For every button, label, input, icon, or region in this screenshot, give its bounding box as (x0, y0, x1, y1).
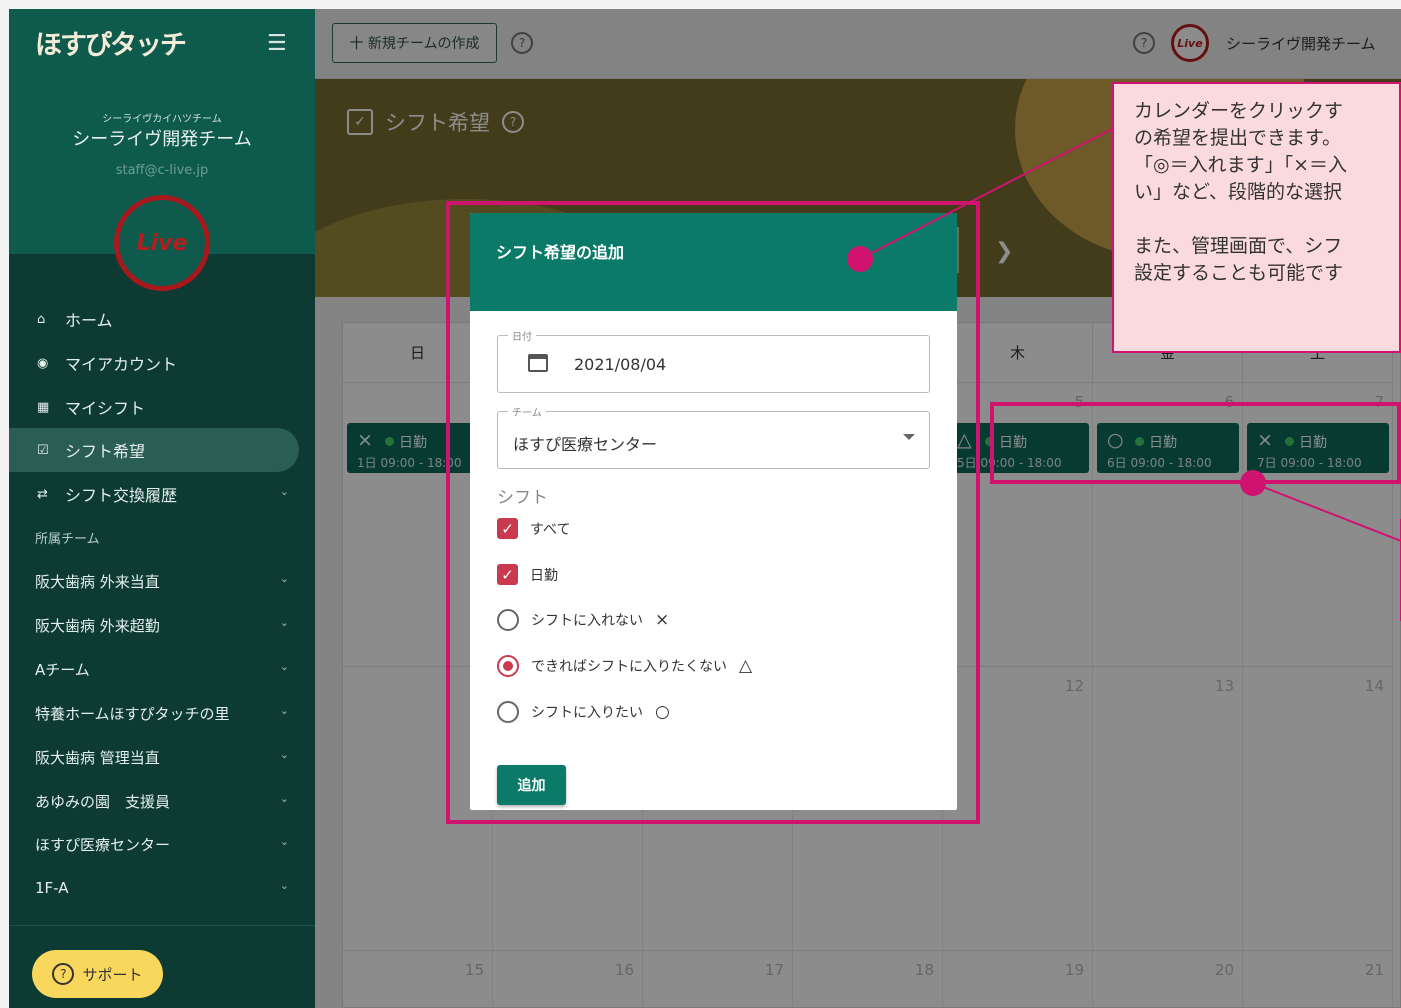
nav-item-shift-exchange[interactable]: ⇄ シフト交換履歴 ⌄ (9, 472, 299, 516)
chevron-down-icon: ⌄ (279, 879, 289, 892)
team-label: 阪大歯病 管理当直 (35, 748, 160, 767)
radio-label: シフトに入りたい (531, 705, 643, 721)
support-label: サポート (82, 965, 143, 984)
radio-prefer-not[interactable]: できればシフトに入りたくない △ (497, 655, 752, 677)
sidebar: ほすぴタッチ ☰ シーライヴカイハツチーム シーライヴ開発チーム staff@c… (9, 9, 315, 1008)
checkbox-label: 日勤 (530, 567, 558, 584)
dialog-header: シフト希望の追加 (470, 213, 957, 311)
checkbox-label: すべて (530, 521, 571, 538)
add-button[interactable]: 追加 (497, 765, 566, 805)
radio-icon[interactable] (497, 609, 519, 631)
chevron-down-icon: ⌄ (279, 660, 289, 673)
radio-selected-icon[interactable] (497, 655, 519, 677)
team-item[interactable]: 阪大歯病 外来超勤 ⌄ (9, 603, 299, 647)
calendar-icon[interactable] (528, 354, 548, 372)
shift-request-dialog: シフト希望の追加 日付 2021/08/04 チーム ほすぴ医療センター シフト… (470, 213, 957, 810)
chevron-down-icon: ⌄ (279, 792, 289, 805)
nav-label: ホーム (65, 311, 113, 330)
team-item[interactable]: Aチーム ⌄ (9, 647, 299, 691)
checkbox-checked-icon[interactable]: ✓ (497, 518, 518, 539)
teams-heading: 所属チーム (35, 532, 100, 547)
team-item[interactable]: 阪大歯病 管理当直 ⌄ (9, 735, 299, 779)
date-field-label: 日付 (508, 328, 536, 343)
app-frame: ほすぴタッチ ☰ シーライヴカイハツチーム シーライヴ開発チーム staff@c… (9, 9, 1401, 1008)
team-label: 特養ホームほすぴタッチの里 (35, 704, 230, 723)
date-field[interactable]: 日付 2021/08/04 (497, 328, 930, 393)
swap-icon: ⇄ (37, 486, 48, 502)
checkbox-checked-icon[interactable]: ✓ (497, 564, 518, 585)
team-label: ほすぴ医療センター (35, 835, 171, 854)
nav-label: シフト希望 (65, 442, 146, 461)
team-item[interactable]: 1F-A ⌄ (9, 866, 299, 910)
team-select[interactable]: チーム ほすぴ医療センター (497, 404, 930, 469)
shift-label: シフト (497, 488, 548, 508)
team-item[interactable]: ほすぴ医療センター ⌄ (9, 822, 299, 866)
checkbox-day-shift[interactable]: ✓ 日勤 (497, 564, 558, 585)
radio-label: シフトに入れない (531, 613, 643, 629)
nav-item-my-account[interactable]: ◉ マイアカウント (9, 341, 299, 385)
circle-icon: ○ (655, 702, 670, 722)
org-name: シーライヴ開発チーム (72, 129, 252, 150)
date-value: 2021/08/04 (574, 355, 667, 374)
nav-item-home[interactable]: ⌂ ホーム (9, 297, 299, 341)
chevron-down-icon: ⌄ (279, 748, 289, 761)
dialog-title: シフト希望の追加 (496, 243, 625, 262)
home-icon: ⌂ (37, 311, 46, 327)
team-label: 1F-A (35, 879, 69, 897)
chevron-down-icon: ⌄ (279, 704, 289, 717)
team-field-label: チーム (508, 404, 546, 419)
chevron-down-icon: ⌄ (279, 572, 289, 585)
caret-down-icon (903, 434, 915, 440)
chevron-down-icon: ⌄ (279, 835, 289, 848)
cross-icon: × (655, 610, 670, 630)
nav-item-my-shift[interactable]: ▦ マイシフト (9, 385, 299, 429)
org-name-kana: シーライヴカイハツチーム (102, 114, 222, 125)
nav-label: マイシフト (65, 399, 146, 418)
team-label: あゆみの園 支援員 (35, 792, 171, 811)
chevron-down-icon: ⌄ (279, 485, 289, 498)
team-label: 阪大歯病 外来当直 (35, 572, 160, 591)
chevron-down-icon: ⌄ (279, 616, 289, 629)
checkbox-icon: ☑ (37, 442, 49, 458)
app-logo[interactable]: ほすぴタッチ (35, 23, 187, 62)
avatar-text: Live (136, 230, 188, 256)
avatar: Live (114, 195, 210, 291)
team-value: ほすぴ医療センター (513, 435, 658, 454)
annotation-pin (847, 246, 873, 272)
triangle-icon: △ (739, 656, 753, 676)
team-label: Aチーム (35, 660, 90, 679)
annotation-pin (1240, 470, 1266, 496)
team-item[interactable]: 特養ホームほすぴタッチの里 ⌄ (9, 691, 299, 735)
radio-label: できればシフトに入りたくない (531, 659, 727, 675)
annotation-callout: カレンダーをクリックす の希望を提出できます。 「◎＝入れます」「×＝入 い」な… (1112, 82, 1401, 353)
menu-icon[interactable]: ☰ (267, 31, 287, 56)
support-button[interactable]: ? サポート (32, 950, 163, 998)
checkbox-all[interactable]: ✓ すべて (497, 518, 570, 539)
help-icon: ? (52, 963, 75, 985)
nav-item-shift-request[interactable]: ☑ シフト希望 (9, 428, 299, 472)
nav-label: マイアカウント (65, 355, 178, 374)
account-icon: ◉ (37, 355, 49, 371)
team-item[interactable]: 阪大歯病 外来当直 ⌄ (9, 559, 299, 603)
team-label: 阪大歯病 外来超勤 (35, 616, 160, 635)
team-item[interactable]: あゆみの園 支援員 ⌄ (9, 779, 299, 823)
org-email: staff@c-live.jp (115, 163, 209, 178)
radio-cannot-work[interactable]: シフトに入れない × (497, 609, 669, 631)
radio-want-work[interactable]: シフトに入りたい ○ (497, 701, 670, 723)
nav-label: シフト交換履歴 (65, 486, 178, 505)
radio-icon[interactable] (497, 701, 519, 723)
calendar-icon: ▦ (37, 399, 50, 415)
